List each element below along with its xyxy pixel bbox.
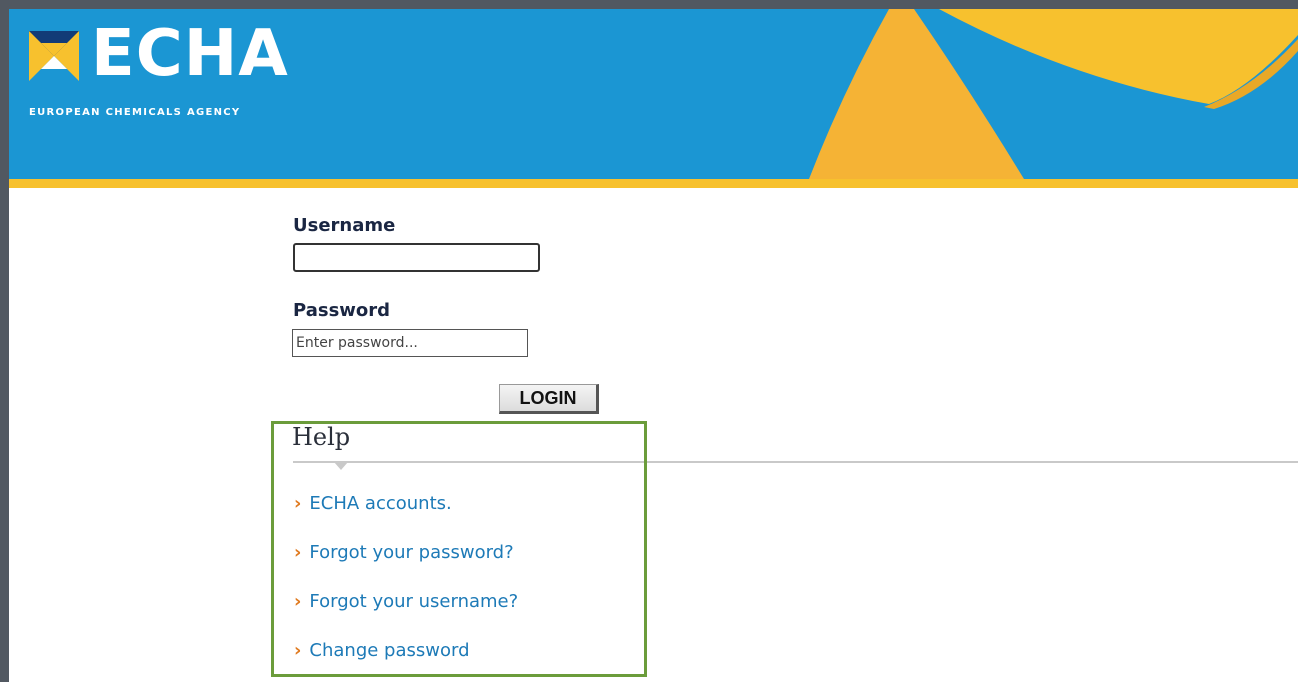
page-frame: ECHA EUROPEAN CHEMICALS AGENCY Username …: [9, 9, 1298, 682]
header-stripe: [9, 179, 1298, 188]
login-button[interactable]: LOGIN: [499, 384, 599, 414]
password-label: Password: [293, 300, 391, 321]
echa-emblem-icon: [29, 31, 79, 81]
logo-wordmark: ECHA: [91, 17, 289, 91]
logo-subtitle: EUROPEAN CHEMICALS AGENCY: [29, 107, 241, 118]
username-input[interactable]: [293, 243, 540, 272]
password-input[interactable]: [292, 329, 528, 357]
username-label: Username: [293, 215, 396, 236]
help-highlight-box: [271, 421, 647, 677]
header-banner: ECHA EUROPEAN CHEMICALS AGENCY: [9, 9, 1298, 179]
